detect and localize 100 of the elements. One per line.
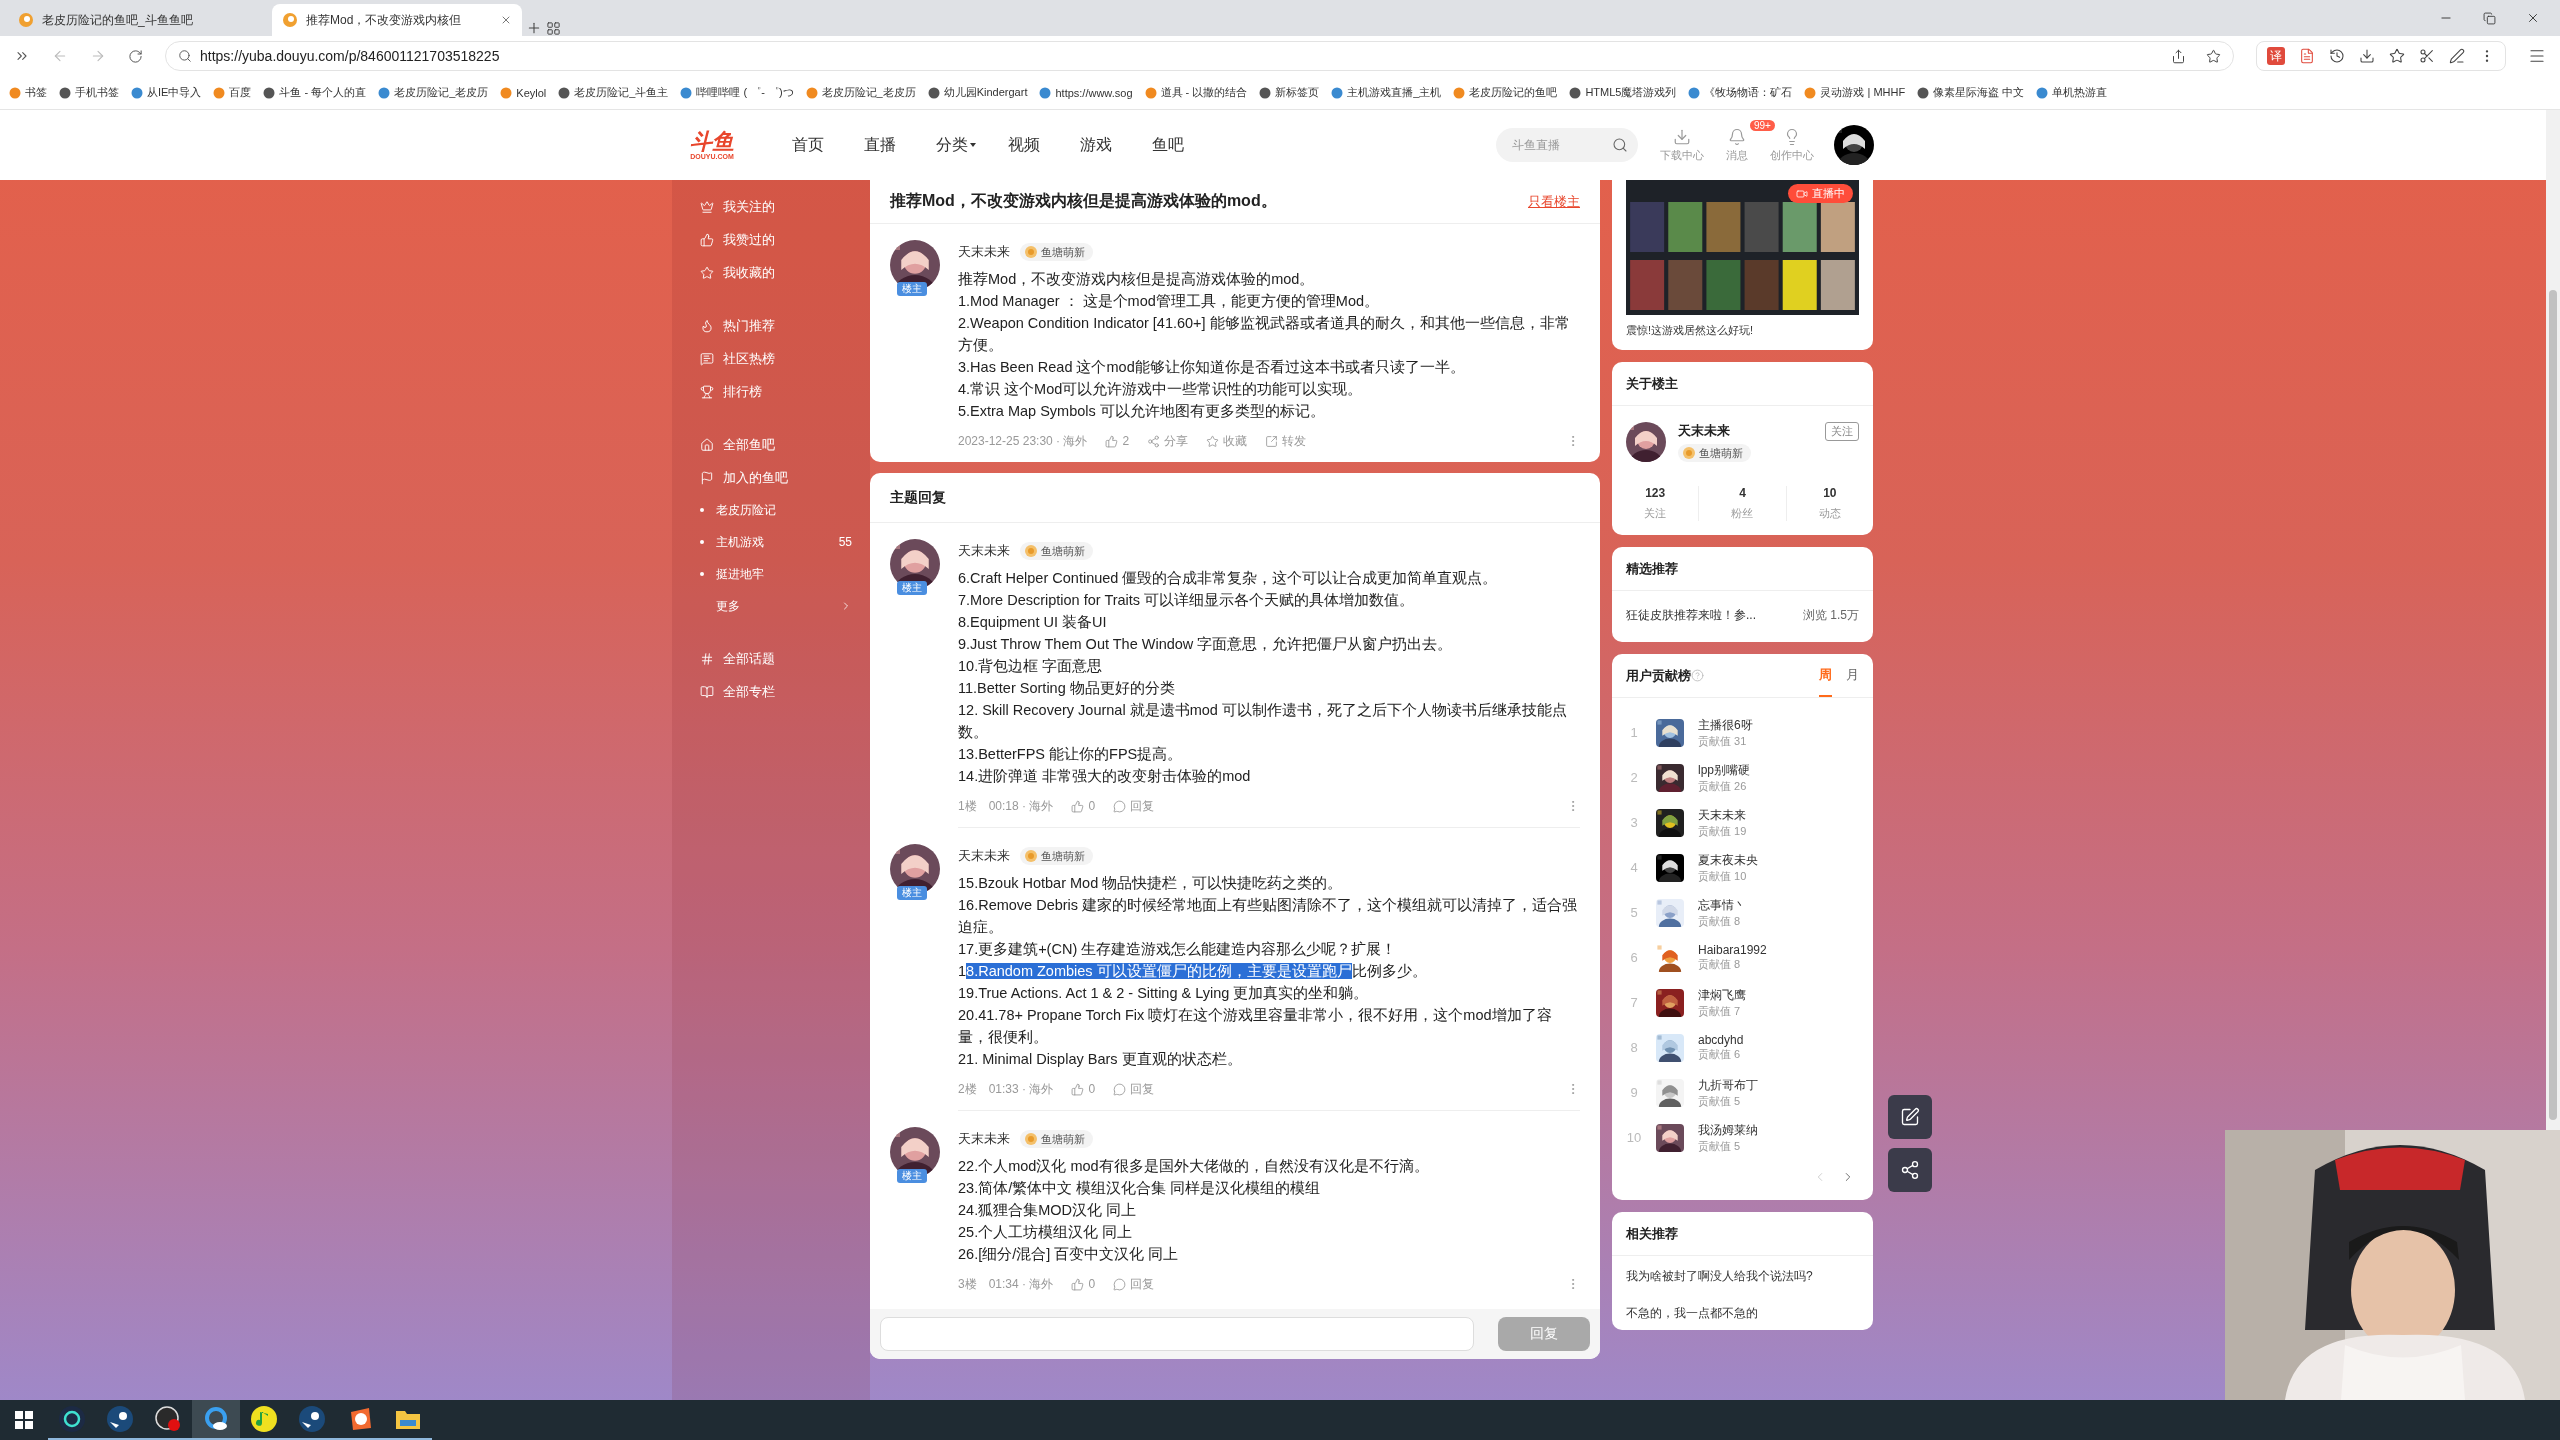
user-name[interactable]: 忘事情丶 [1698,896,1746,914]
sidebar-link[interactable]: 全部鱼吧 [672,428,870,461]
rank-number: 3 [1629,815,1639,830]
author-name[interactable]: 天末未来 [958,542,1010,560]
post-text-line: 11.Better Sorting 物品更好的分类 [958,679,1176,698]
author-name[interactable]: 天末未来 [958,847,1010,865]
user-name[interactable]: abcdyhd [1698,1033,1744,1047]
user-name[interactable]: 主播很6呀 [1698,716,1753,734]
sidebar-link[interactable]: 全部话题 [672,642,870,675]
user-name[interactable]: 夏末夜未央 [1698,851,1758,869]
browser-tab[interactable]: 推荐Mod，不改变游戏内核但 [272,4,522,36]
reply-input[interactable] [880,1317,1474,1351]
author-name[interactable]: 天末未来 [958,243,1010,261]
bookmark-link[interactable]: 手机书签 [56,85,122,100]
featured-link[interactable]: 狂徒皮肤推荐来啦！参... 浏览 1.5万 [1612,591,1873,642]
user-name[interactable]: lpp别嘴硬 [1698,761,1750,779]
translate-icon[interactable]: 译 [2267,47,2285,65]
related-link[interactable]: 我为啥被封了啊没人给我个说法吗? [1612,1256,1873,1293]
site-icon [805,86,818,99]
sidebar-link[interactable]: 加入的鱼吧 [672,461,870,494]
sidebar-link[interactable]: 挺进地牢 [672,558,870,590]
sidebar-link[interactable]: 全部专栏 [672,675,870,708]
sidebar-link[interactable]: 主机游戏 55 [672,526,870,558]
follow-button[interactable]: 关注 [1825,422,1859,441]
contribution-score: 贡献值 8 [1698,913,1742,929]
bookmark-link[interactable]: https://www.sog [1036,86,1136,99]
live-caption[interactable]: 震惊!这游戏居然这么好玩! [1612,315,1873,350]
bookmark-link[interactable]: 《牧场物语：矿石 [1685,85,1796,100]
nav-link[interactable]: 游戏 [1080,134,1152,156]
nav-link[interactable]: 分类 [936,134,1008,156]
post-text-line: 1.Mod Manager ： 这是个mod管理工具，能更方便的管理Mod。 [958,292,1381,311]
stat-label: 关注 [1644,506,1667,521]
bookmark-link[interactable]: 老皮历险记_斗鱼主 [555,85,672,100]
bookmark-link[interactable]: 从IE中导入 [128,85,205,100]
user-name[interactable]: 九折哥布丁 [1698,1076,1758,1094]
bookmark-link[interactable]: 灵动游戏 | MHHF [1801,85,1909,100]
user-name[interactable]: 津焖飞鹰 [1698,986,1746,1004]
contribution-score: 贡献值 6 [1698,1047,1742,1062]
sidebar-link[interactable]: 更多 [672,590,870,622]
ring-app-icon [59,1406,85,1432]
bookmark-link[interactable]: 单机热游直 [2033,85,2111,100]
bookmark-link[interactable]: 百度 [210,85,255,100]
bookmark-link[interactable]: 斗鱼 - 每个人的直 [260,85,370,100]
bookmark-link[interactable]: 主机游戏直播_主机 [1328,85,1445,100]
flame-icon [700,318,714,333]
bookmark-link[interactable]: 老皮历险记_老皮历 [802,85,919,100]
nav-link[interactable]: 视频 [1008,134,1080,156]
bookmark-link[interactable]: Keylol [497,86,550,99]
bookmark-link[interactable]: 幼儿园Kindergart [924,85,1031,100]
share-button[interactable] [1888,1148,1932,1192]
sidebar-link[interactable]: 我收藏的 [672,256,870,289]
scrollbar-thumb[interactable] [2549,290,2557,1120]
bookmark-link[interactable]: 老皮历险记的鱼吧 [1450,85,1561,100]
post-text-line: 26.[细分/混合] 百变中文汉化 同上 [958,1245,1180,1264]
author-name[interactable]: 天末未来 [1678,422,1730,440]
bookmark-link[interactable]: 道具 - 以撒的结合 [1141,85,1251,100]
nav-link[interactable]: 首页 [792,134,864,156]
sidebar-link[interactable]: 老皮历险记 [672,494,870,526]
forward-icon [90,48,106,64]
taskbar-app[interactable] [192,1400,240,1440]
post-text-line: 19.True Actions. Act 1 & 2 - Sitting & Lying 更加真实的坐和躺。 [958,984,1370,1003]
sidebar-link[interactable]: 我赞过的 [672,223,870,256]
bookmark-link[interactable]: 像素星际海盗 中文 [1914,85,2028,100]
user-name[interactable]: 我汤姆莱纳 [1698,1121,1758,1139]
thumbs-up-icon [700,232,714,247]
restore-icon [2483,11,2496,25]
star-icon [1206,434,1220,448]
post-text-line: 12. Skill Recovery Journal 就是遗书mod 可以制作遗书，死了之后下个人物读书后继承技能点数。 [958,701,1568,742]
period-tab[interactable]: 月 [1846,654,1859,697]
sidebar-link[interactable]: 社区热榜 [672,342,870,375]
bookmark-link[interactable]: 新标签页 [1256,85,1323,100]
bookmark-link[interactable]: HTML5魔塔游戏列 [1566,85,1680,100]
edit-icon [1900,1107,1920,1127]
level-icon [1025,1133,1037,1145]
flag-icon [700,470,714,485]
browser-tab[interactable]: 老皮历险记的鱼吧_斗鱼鱼吧 [8,4,268,36]
edit-button[interactable] [1888,1095,1932,1139]
bookmark-link[interactable]: 哔哩哔哩 ( ゜- ゜)つ [677,85,797,100]
post-text-line: 13.BetterFPS 能让你的FPS提高。 [958,745,1184,764]
level-icon [1025,545,1037,557]
bookmark-link[interactable]: 书签 [6,85,50,100]
related-link[interactable]: 不急的，我一点都不急的 [1612,1293,1873,1330]
nav-link[interactable]: 直播 [864,134,936,156]
user-name[interactable]: Haibara1992 [1698,943,1767,957]
bookmark-link[interactable]: 老皮历险记_老皮历 [375,85,492,100]
steam-app-icon [107,1406,133,1432]
sidebar-link[interactable]: 排行榜 [672,375,870,408]
sidebar-link[interactable]: 我关注的 [672,190,870,223]
search-field[interactable]: 斗鱼直播 [1496,128,1638,162]
author-name[interactable]: 天末未来 [958,1130,1010,1148]
site-icon [1804,86,1817,99]
site-icon [378,86,391,99]
share-icon [2171,48,2186,64]
post-text-line: 6.Craft Helper Continued 僵毁的合成非常复杂，这个可以让合成更加简单直观点。 [958,569,1499,588]
stat-value: 10 [1823,486,1837,500]
sidebar-link[interactable]: 热门推荐 [672,309,870,342]
user-name[interactable]: 天末未来 [1698,806,1747,824]
browser-app-icon [203,1406,229,1432]
nav-link[interactable]: 鱼吧 [1152,134,1224,156]
author-only-link[interactable]: 只看楼主 [1528,192,1580,211]
